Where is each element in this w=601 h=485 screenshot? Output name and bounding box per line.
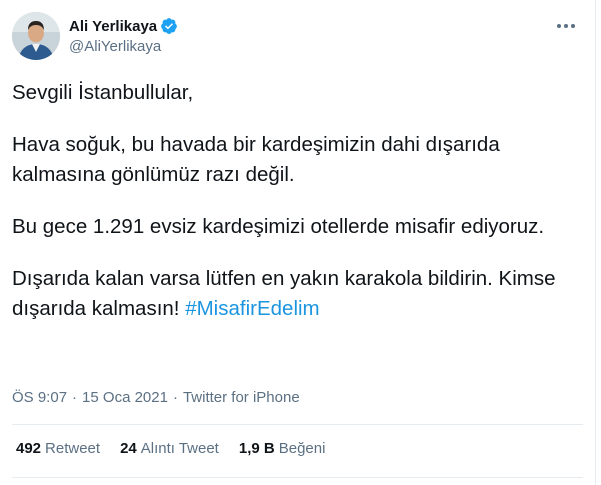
divider (12, 477, 583, 478)
verified-badge-icon (160, 17, 178, 35)
meta-separator: · (172, 389, 178, 406)
retweet-stat[interactable]: 492 Retweet (16, 440, 100, 457)
like-stat[interactable]: 1,9 B Beğeni (239, 440, 326, 457)
quote-tweet-count: 24 (120, 440, 137, 457)
tweet-paragraph: Hava soğuk, bu havada bir kardeşimizin d… (12, 133, 500, 186)
like-count: 1,9 B (238, 440, 275, 457)
hashtag-link[interactable]: #MisafirEdelim (185, 297, 319, 320)
tweet-date[interactable]: 15 Oca 2021 (82, 389, 168, 406)
retweet-label: Retweet (45, 440, 101, 457)
dot (564, 24, 568, 28)
retweet-count: 492 (16, 440, 42, 457)
like-label: Beğeni (278, 440, 326, 457)
tweet-paragraph: Bu gece 1.291 evsiz kardeşimizi otellerd… (12, 215, 545, 238)
quote-tweet-stat[interactable]: 24 Alıntı Tweet (120, 440, 219, 457)
tweet-source[interactable]: Twitter for iPhone (183, 389, 300, 406)
tweet-paragraph-last: Dışarıda kalan varsa lütfen en yakın kar… (12, 264, 572, 324)
tweet-card: Ali Yerlikaya @AliYerlikaya Sevgili İsta… (0, 0, 596, 485)
avatar-image (12, 12, 60, 60)
divider (12, 424, 583, 425)
quote-tweet-label: Alıntı Tweet (140, 440, 219, 457)
more-options-icon[interactable] (551, 14, 581, 38)
dot (557, 24, 561, 28)
tweet-header: Ali Yerlikaya @AliYerlikaya (12, 12, 583, 62)
avatar[interactable] (12, 12, 60, 60)
display-name-row: Ali Yerlikaya (69, 16, 178, 36)
tweet-time[interactable]: ÖS 9:07 (12, 389, 67, 406)
tweet-paragraph: Sevgili İstanbullular, (12, 81, 194, 104)
tweet-meta: ÖS 9:07 · 15 Oca 2021 · Twitter for iPho… (12, 389, 300, 406)
author-handle[interactable]: @AliYerlikaya (69, 38, 178, 58)
meta-separator: · (72, 389, 78, 406)
dot (571, 24, 575, 28)
tweet-text: Sevgili İstanbullular, Hava soğuk, bu ha… (12, 78, 572, 346)
tweet-stats: 492 Retweet 24 Alıntı Tweet 1,9 B Beğeni (16, 440, 345, 457)
author-info: Ali Yerlikaya @AliYerlikaya (69, 16, 178, 58)
author-display-name[interactable]: Ali Yerlikaya (69, 18, 157, 35)
